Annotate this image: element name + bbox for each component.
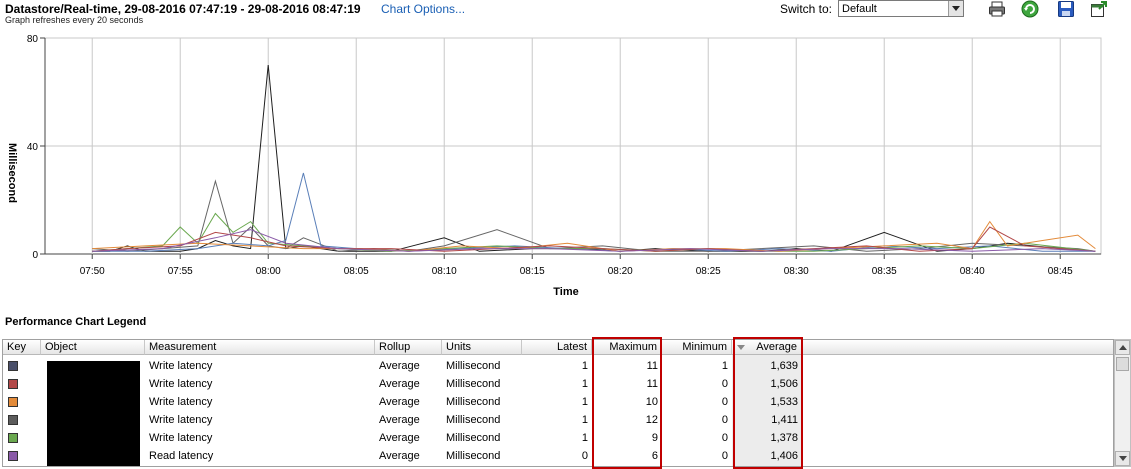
x-tick-label: 08:05 [344, 266, 369, 277]
scroll-thumb[interactable] [1116, 357, 1129, 371]
x-tick-label: 08:35 [872, 266, 897, 277]
legend-row[interactable]: Write latency Average Millisecond 1 11 1 1,639 [3, 357, 1113, 375]
scroll-up-button[interactable] [1115, 340, 1130, 355]
cell-measurement: Write latency [149, 396, 213, 408]
switch-to-label: Switch to: [780, 2, 833, 16]
cell-latest: 1 [581, 360, 588, 372]
column-rollup[interactable]: Rollup [375, 340, 442, 355]
cell-latest: 1 [581, 378, 588, 390]
x-axis-label: Time [553, 286, 578, 298]
x-tick-label: 08:30 [784, 266, 809, 277]
cell-latest: 1 [581, 414, 588, 426]
x-tick-label: 08:15 [520, 266, 545, 277]
series-color-key [8, 415, 18, 425]
cell-minimum: 0 [721, 414, 728, 426]
scroll-down-button[interactable] [1115, 451, 1130, 466]
column-key[interactable]: Key [3, 340, 41, 355]
cell-minimum: 0 [721, 432, 728, 444]
y-axis-label: Millisecond [6, 143, 18, 203]
switch-to-value: Default [842, 3, 877, 15]
cell-rollup: Average [379, 450, 420, 462]
series-color-key [8, 397, 18, 407]
popout-icon[interactable] [1090, 0, 1108, 18]
chevron-up-icon [1119, 345, 1127, 350]
legend-row[interactable]: Write latency Average Millisecond 1 11 0 1,506 [3, 375, 1113, 393]
legend-scrollbar[interactable] [1114, 339, 1131, 467]
refresh-icon[interactable] [1021, 0, 1039, 18]
cell-rollup: Average [379, 414, 420, 426]
maximum-highlight-box [592, 337, 662, 469]
cell-measurement: Read latency [149, 450, 214, 462]
cell-measurement: Write latency [149, 360, 213, 372]
cell-units: Millisecond [446, 378, 501, 390]
x-tick-label: 08:45 [1048, 266, 1073, 277]
column-filler [802, 340, 1113, 355]
cell-measurement: Write latency [149, 378, 213, 390]
average-highlight-box [733, 337, 803, 469]
cell-rollup: Average [379, 396, 420, 408]
column-units[interactable]: Units [442, 340, 522, 355]
series-color-key [8, 433, 18, 443]
save-icon[interactable] [1057, 0, 1075, 18]
legend-row[interactable]: Read latency Average Millisecond 0 6 0 1,406 [3, 447, 1113, 465]
cell-units: Millisecond [446, 432, 501, 444]
cell-latest: 1 [581, 432, 588, 444]
cell-rollup: Average [379, 432, 420, 444]
x-tick-label: 08:20 [608, 266, 633, 277]
chevron-down-icon[interactable] [948, 1, 963, 16]
cell-measurement: Write latency [149, 414, 213, 426]
cell-units: Millisecond [446, 414, 501, 426]
refresh-note: Graph refreshes every 20 seconds [5, 15, 144, 25]
y-tick-label: 0 [32, 250, 38, 261]
x-tick-label: 08:40 [960, 266, 985, 277]
cell-units: Millisecond [446, 360, 501, 372]
chart-title: Datastore/Real-time, 29-08-2016 07:47:19… [5, 2, 361, 16]
column-latest[interactable]: Latest [522, 340, 592, 355]
cell-units: Millisecond [446, 396, 501, 408]
chevron-down-icon [1119, 456, 1127, 461]
cell-minimum: 0 [721, 396, 728, 408]
y-tick-label: 80 [27, 34, 39, 45]
x-tick-label: 07:50 [80, 266, 105, 277]
legend-row[interactable]: Write latency Average Millisecond 1 12 0 1,411 [3, 411, 1113, 429]
series-color-key [8, 379, 18, 389]
x-tick-label: 08:25 [696, 266, 721, 277]
cell-minimum: 0 [721, 450, 728, 462]
cell-rollup: Average [379, 360, 420, 372]
latency-line-chart: 0 40 80 07:50 07:55 08:00 08:05 08:10 08:15 08:20… [6, 34, 1102, 298]
cell-latest: 1 [581, 396, 588, 408]
x-tick-label: 08:00 [256, 266, 281, 277]
legend-title: Performance Chart Legend [5, 316, 147, 328]
cell-latest: 0 [581, 450, 588, 462]
chart-options-link[interactable]: Chart Options... [381, 2, 465, 16]
x-tick-label: 07:55 [168, 266, 193, 277]
legend-row[interactable]: Write latency Average Millisecond 1 10 0 1,533 [3, 393, 1113, 411]
x-tick-label: 08:10 [432, 266, 457, 277]
printer-icon[interactable] [988, 0, 1006, 18]
y-tick-label: 40 [27, 142, 39, 153]
cell-rollup: Average [379, 378, 420, 390]
column-measurement[interactable]: Measurement [145, 340, 375, 355]
series-color-key [8, 451, 18, 461]
legend-row[interactable]: Write latency Average Millisecond 1 9 0 1,378 [3, 429, 1113, 447]
cell-units: Millisecond [446, 450, 501, 462]
column-object[interactable]: Object [41, 340, 145, 355]
legend-table: Key Object Measurement Rollup Units Late… [2, 339, 1114, 467]
cell-minimum: 0 [721, 378, 728, 390]
series-color-key [8, 361, 18, 371]
cell-measurement: Write latency [149, 432, 213, 444]
cell-minimum: 1 [721, 360, 728, 372]
column-minimum[interactable]: Minimum [662, 340, 732, 355]
switch-to-dropdown[interactable]: Default [838, 0, 964, 17]
